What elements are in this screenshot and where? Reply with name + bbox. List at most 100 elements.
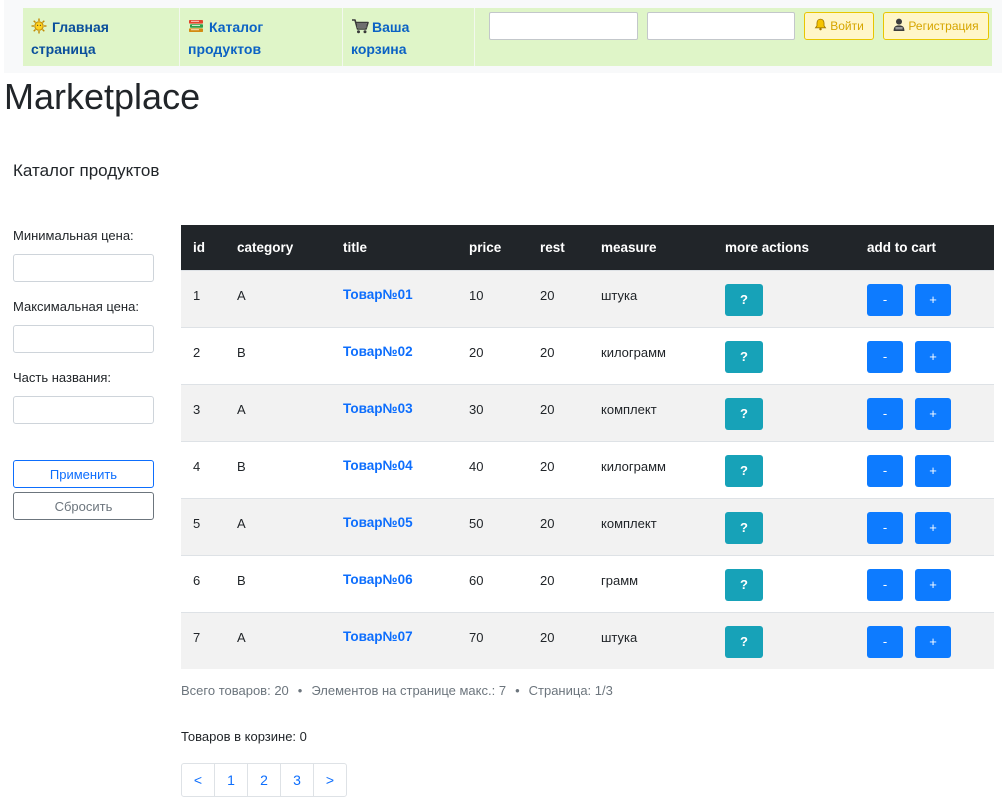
info-button[interactable]: ? [725, 454, 763, 487]
section-title: Каталог продуктов [13, 161, 160, 180]
bell-icon [814, 18, 827, 34]
cell-id: 5 [193, 515, 201, 531]
cell-id: 1 [193, 287, 201, 303]
increase-qty-button[interactable]: + [915, 283, 951, 316]
product-title-link[interactable]: Товар№07 [343, 629, 413, 644]
decrease-qty-button[interactable]: - [867, 454, 903, 487]
info-button[interactable]: ? [725, 340, 763, 373]
header-title: title [343, 239, 368, 255]
cell-title: Товар№02 [331, 327, 457, 384]
cell-id: 2 [193, 344, 201, 360]
info-button[interactable]: ? [725, 511, 763, 544]
cell-id: 6 [193, 572, 201, 588]
max-price-label: Максимальная цена: [13, 299, 139, 314]
info-button[interactable]: ? [725, 625, 763, 658]
login-field[interactable] [489, 12, 638, 40]
products-table: id category title price rest measure mor… [181, 225, 994, 669]
apply-filter-button[interactable]: Применить [13, 460, 154, 488]
max-price-input[interactable] [13, 325, 154, 353]
cell-price: 60 [469, 572, 484, 588]
cell-add-to-cart: - + [855, 612, 994, 669]
nav-home-label-line2: страница [31, 41, 96, 57]
cell-id: 3 [193, 401, 201, 417]
register-button[interactable]: Регистрация [883, 12, 989, 40]
user-icon [893, 18, 905, 34]
min-price-input[interactable] [13, 254, 154, 282]
table-row: 6 B Товар№06 60 20 грамм ? - + [181, 555, 994, 612]
cell-title: Товар№05 [331, 498, 457, 555]
increase-qty-button[interactable]: + [915, 454, 951, 487]
login-button[interactable]: Войти [804, 12, 874, 40]
cell-rest: 20 [540, 629, 555, 645]
increase-qty-button[interactable]: + [915, 340, 951, 373]
cell-id: 4 [193, 458, 201, 474]
increase-qty-button[interactable]: + [915, 511, 951, 544]
product-title-link[interactable]: Товар№04 [343, 458, 413, 473]
cell-price: 70 [469, 629, 484, 645]
min-price-label: Минимальная цена: [13, 228, 134, 243]
cell-add-to-cart: - + [855, 498, 994, 555]
table-row: 3 A Товар№03 30 20 комплект ? - + [181, 384, 994, 441]
decrease-qty-button[interactable]: - [867, 511, 903, 544]
total-items-text: Всего товаров: 20 [181, 683, 289, 698]
decrease-qty-button[interactable]: - [867, 340, 903, 373]
increase-qty-button[interactable]: + [915, 625, 951, 658]
product-title-link[interactable]: Товар№03 [343, 401, 413, 416]
cell-more-actions: ? [713, 612, 855, 669]
decrease-qty-button[interactable]: - [867, 625, 903, 658]
reset-filter-button[interactable]: Сбросить [13, 492, 154, 520]
page-next-button[interactable]: > [313, 763, 347, 797]
cell-more-actions: ? [713, 555, 855, 612]
separator-dot: • [515, 683, 520, 698]
decrease-qty-button[interactable]: - [867, 397, 903, 430]
cell-measure: грамм [601, 572, 639, 588]
product-title-link[interactable]: Товар№05 [343, 515, 413, 530]
nav-home-link[interactable]: Главная страница [23, 8, 180, 66]
password-field[interactable] [647, 12, 795, 40]
decrease-qty-button[interactable]: - [867, 568, 903, 601]
nav-catalog-label-line1: Каталог [209, 19, 264, 35]
cell-price: 20 [469, 344, 484, 360]
auth-area: Войти Регистрация [475, 8, 992, 66]
cell-category: A [237, 401, 246, 417]
product-title-link[interactable]: Товар№06 [343, 572, 413, 587]
name-part-input[interactable] [13, 396, 154, 424]
increase-qty-button[interactable]: + [915, 568, 951, 601]
page-3-button[interactable]: 3 [280, 763, 314, 797]
nav-catalog-link[interactable]: Каталог продуктов [180, 8, 343, 66]
catalog-summary: Всего товаров: 20 • Элементов на странице … [181, 683, 613, 698]
name-part-label: Часть названия: [13, 370, 112, 385]
table-header-row: id category title price rest measure mor… [181, 225, 994, 270]
info-button[interactable]: ? [725, 568, 763, 601]
app-title: Marketplace [4, 76, 201, 117]
filter-panel: Минимальная цена: Максимальная цена: Час… [13, 228, 155, 441]
nav-cart-label-line2: корзина [351, 41, 407, 57]
main-nav: Главная страница Каталог продуктов Ваша … [23, 8, 992, 66]
cart-icon [351, 18, 369, 34]
cell-title: Товар№04 [331, 441, 457, 498]
product-title-link[interactable]: Товар№01 [343, 287, 413, 302]
info-button[interactable]: ? [725, 283, 763, 316]
cell-title: Товар№06 [331, 555, 457, 612]
page-prev-button[interactable]: < [181, 763, 215, 797]
cell-measure: комплект [601, 401, 657, 417]
cell-rest: 20 [540, 572, 555, 588]
info-button[interactable]: ? [725, 397, 763, 430]
cell-add-to-cart: - + [855, 384, 994, 441]
cell-title: Товар№07 [331, 612, 457, 669]
page-2-button[interactable]: 2 [247, 763, 281, 797]
cell-category: A [237, 515, 246, 531]
cell-more-actions: ? [713, 270, 855, 327]
cell-category: B [237, 458, 246, 474]
decrease-qty-button[interactable]: - [867, 283, 903, 316]
nav-cart-link[interactable]: Ваша корзина [343, 8, 475, 66]
cell-rest: 20 [540, 515, 555, 531]
cell-category: A [237, 629, 246, 645]
table-row: 7 A Товар№07 70 20 штука ? - + [181, 612, 994, 669]
cell-id: 7 [193, 629, 201, 645]
page-1-button[interactable]: 1 [214, 763, 248, 797]
increase-qty-button[interactable]: + [915, 397, 951, 430]
product-title-link[interactable]: Товар№02 [343, 344, 413, 359]
cell-measure: комплект [601, 515, 657, 531]
cell-more-actions: ? [713, 384, 855, 441]
